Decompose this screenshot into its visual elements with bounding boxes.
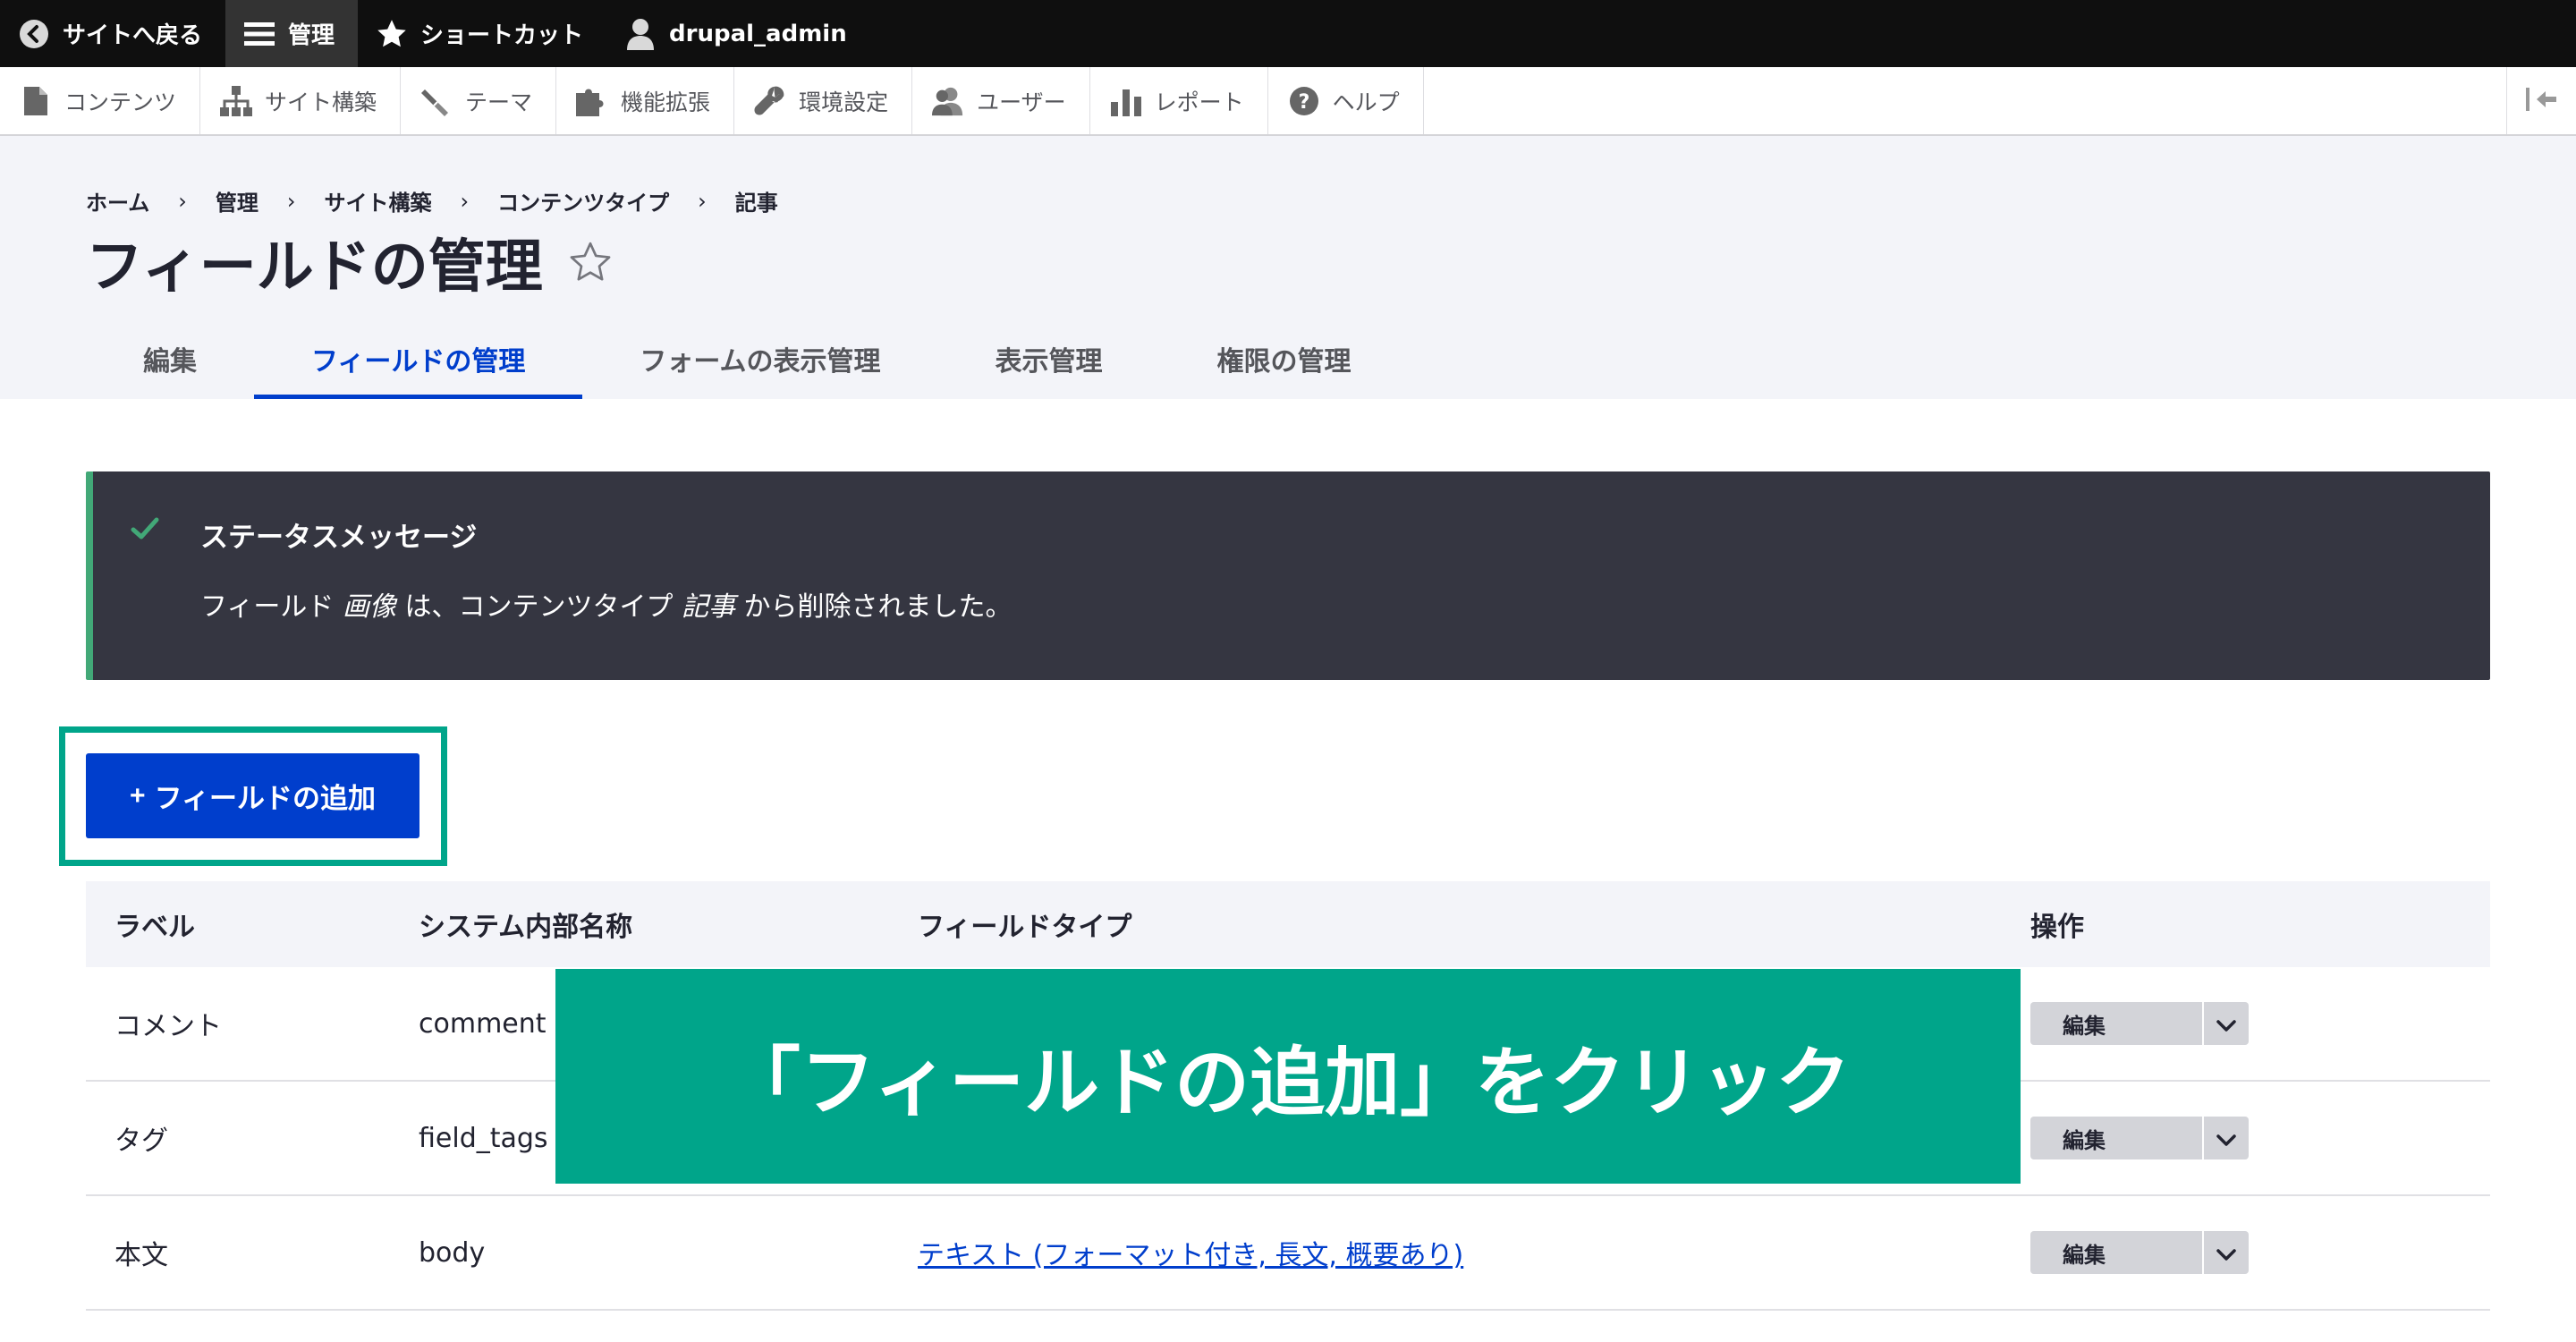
edit-button[interactable]: 編集	[2030, 1002, 2202, 1045]
instruction-banner: 「フィールドの追加」をクリック	[555, 969, 2021, 1184]
status-text-middle: は、コンテンツタイプ	[395, 591, 682, 623]
status-content-type: 記事	[682, 591, 736, 623]
operations-dropbutton: 編集	[2030, 1117, 2249, 1159]
hamburger-icon	[243, 18, 275, 50]
breadcrumb-content-types[interactable]: コンテンツタイプ	[497, 185, 669, 217]
tab-manage-form-display[interactable]: フォームの表示管理	[582, 319, 937, 399]
tab-edit[interactable]: 編集	[86, 319, 254, 399]
manage-label: 管理	[288, 22, 335, 49]
chevron-right-icon: ›	[698, 188, 707, 214]
paintbrush-icon	[420, 85, 453, 117]
header-operations: 操作	[2030, 912, 2084, 943]
bar-chart-icon	[1110, 85, 1142, 117]
tray-item-label: テーマ	[465, 89, 533, 115]
chevron-down-icon	[2216, 1123, 2236, 1154]
status-field-name: 画像	[342, 591, 396, 623]
add-field-button[interactable]: + フィールドの追加	[86, 753, 419, 838]
tray-item-label: 環境設定	[799, 89, 889, 115]
row-label: 本文	[114, 1240, 168, 1271]
tray-item-appearance[interactable]: テーマ	[401, 67, 557, 134]
breadcrumb-home[interactable]: ホーム	[86, 185, 149, 217]
chevron-right-icon: ›	[178, 188, 187, 214]
status-message: ステータスメッセージ フィールド 画像 は、コンテンツタイプ 記事 から削除され…	[86, 471, 2490, 680]
chevron-down-icon	[2216, 1237, 2236, 1269]
tray-item-config[interactable]: 環境設定	[734, 67, 913, 134]
table-row: 本文 body テキスト (フォーマット付き, 長文, 概要あり) 編集	[86, 1196, 2490, 1311]
shortcut-star-icon[interactable]	[568, 240, 613, 285]
breadcrumb-admin[interactable]: 管理	[216, 185, 258, 217]
user-icon	[624, 18, 657, 50]
edit-button[interactable]: 編集	[2030, 1231, 2202, 1274]
help-icon: ?	[1288, 85, 1320, 117]
chevron-right-icon: ›	[286, 188, 296, 214]
file-icon	[20, 85, 52, 117]
user-menu[interactable]: drupal_admin	[606, 0, 870, 67]
puzzle-icon	[576, 85, 608, 117]
edit-button[interactable]: 編集	[2030, 1117, 2202, 1159]
tab-manage-display[interactable]: 表示管理	[938, 319, 1160, 399]
status-text-after: から削除されました。	[735, 591, 1013, 623]
manage-menu[interactable]: 管理	[225, 0, 359, 67]
tray-item-people[interactable]: ユーザー	[912, 67, 1090, 134]
page-title: フィールドの管理	[86, 221, 613, 303]
svg-text:?: ?	[1298, 91, 1309, 114]
tray-item-label: サイト構築	[265, 89, 377, 115]
tray-item-label: 機能拡張	[621, 89, 711, 115]
status-text: フィールド 画像 は、コンテンツタイプ 記事 から削除されました。	[200, 584, 1013, 624]
tray-item-extend[interactable]: 機能拡張	[556, 67, 735, 134]
tray-orientation-toggle[interactable]	[2506, 67, 2576, 134]
shortcuts-label: ショートカット	[420, 22, 584, 49]
operations-dropbutton: 編集	[2030, 1231, 2249, 1274]
people-icon	[932, 85, 964, 117]
dropbutton-toggle[interactable]	[2202, 1002, 2249, 1045]
back-arrow-icon	[18, 18, 50, 50]
back-to-site-link[interactable]: サイトへ戻る	[0, 0, 225, 67]
add-field-label: フィールドの追加	[154, 783, 376, 814]
tray-item-label: レポート	[1154, 89, 1244, 115]
status-title: ステータスメッセージ	[200, 522, 478, 554]
tray-item-help[interactable]: ? ヘルプ	[1268, 67, 1424, 134]
shortcuts-menu[interactable]: ショートカット	[358, 0, 606, 67]
page-header: ホーム › 管理 › サイト構築 › コンテンツタイプ › 記事 フィールドの管…	[0, 136, 2576, 399]
wrench-icon	[754, 85, 786, 117]
page-title-text: フィールドの管理	[86, 234, 543, 301]
collapse-left-icon	[2525, 86, 2558, 116]
admin-tray: コンテンツ サイト構築 テーマ 機能拡張 環境設定 ユーザー レポート ? ヘル…	[0, 67, 2576, 136]
row-label: コメント	[114, 1011, 222, 1042]
row-machine-name: comment	[419, 1007, 547, 1040]
header-label: ラベル	[114, 912, 195, 943]
header-machine-name: システム内部名称	[419, 912, 633, 943]
tray-item-reports[interactable]: レポート	[1090, 67, 1268, 134]
breadcrumb-structure[interactable]: サイト構築	[325, 185, 432, 217]
tray-item-label: ヘルプ	[1332, 89, 1400, 115]
dropbutton-toggle[interactable]	[2202, 1117, 2249, 1159]
plus-icon: +	[130, 780, 146, 811]
row-label: タグ	[114, 1125, 168, 1157]
row-machine-name: field_tags	[419, 1122, 548, 1154]
status-text-before: フィールド	[200, 591, 343, 623]
breadcrumb: ホーム › 管理 › サイト構築 › コンテンツタイプ › 記事	[86, 185, 778, 217]
tab-manage-permissions[interactable]: 権限の管理	[1160, 319, 1409, 399]
primary-tabs: 編集 フィールドの管理 フォームの表示管理 表示管理 権限の管理	[86, 319, 1409, 399]
sitemap-icon	[220, 85, 253, 117]
header-field-type: フィールドタイプ	[918, 912, 1132, 943]
check-icon	[131, 516, 159, 545]
back-to-site-label: サイトへ戻る	[63, 22, 203, 49]
breadcrumb-article[interactable]: 記事	[735, 185, 778, 217]
operations-dropbutton: 編集	[2030, 1002, 2249, 1045]
row-machine-name: body	[419, 1236, 486, 1269]
admin-toolbar: サイトへ戻る 管理 ショートカット drupal_admin	[0, 0, 2576, 67]
tab-manage-fields[interactable]: フィールドの管理	[254, 319, 583, 399]
field-type-link[interactable]: テキスト (フォーマット付き, 長文, 概要あり)	[918, 1233, 1463, 1272]
tray-item-label: ユーザー	[977, 89, 1066, 115]
user-name: drupal_admin	[669, 20, 847, 47]
tray-item-content[interactable]: コンテンツ	[0, 67, 201, 134]
dropbutton-toggle[interactable]	[2202, 1231, 2249, 1274]
tray-item-label: コンテンツ	[64, 89, 177, 115]
tray-item-structure[interactable]: サイト構築	[200, 67, 402, 134]
star-icon	[376, 18, 408, 50]
table-header: ラベル システム内部名称 フィールドタイプ 操作	[86, 881, 2490, 967]
chevron-right-icon: ›	[460, 188, 470, 214]
chevron-down-icon	[2216, 1008, 2236, 1040]
